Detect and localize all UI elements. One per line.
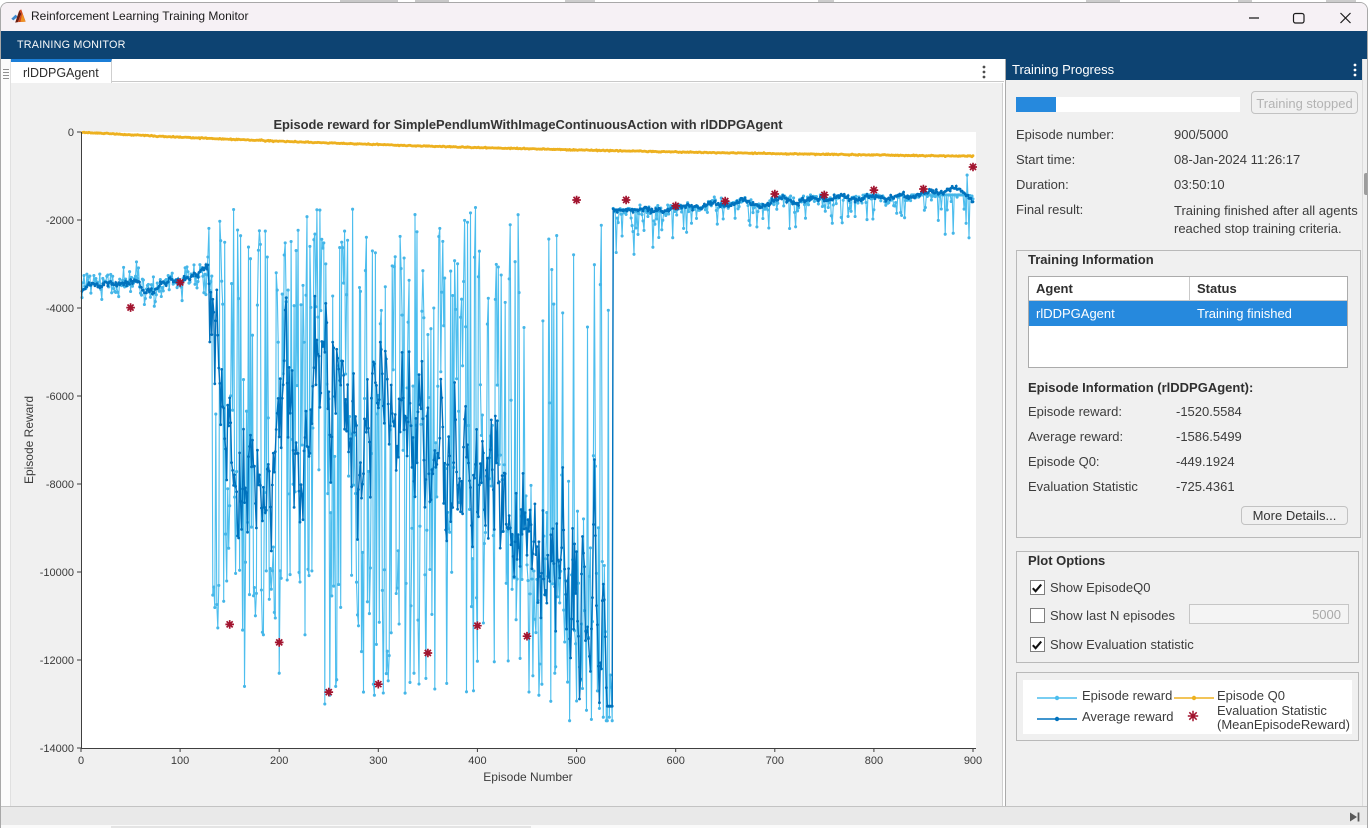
- svg-text:-10000: -10000: [40, 567, 74, 579]
- svg-text:500: 500: [567, 755, 585, 767]
- svg-text:Episode Reward: Episode Reward: [22, 396, 36, 484]
- svg-text:-14000: -14000: [40, 743, 74, 755]
- svg-text:-2000: -2000: [46, 215, 74, 227]
- svg-text:100: 100: [171, 755, 189, 767]
- svg-text:200: 200: [270, 755, 288, 767]
- svg-text:-6000: -6000: [46, 391, 74, 403]
- svg-text:700: 700: [766, 755, 784, 767]
- svg-text:0: 0: [78, 755, 84, 767]
- svg-text:900: 900: [964, 755, 982, 767]
- svg-text:0: 0: [68, 127, 74, 139]
- svg-text:400: 400: [468, 755, 486, 767]
- svg-text:800: 800: [865, 755, 883, 767]
- svg-text:300: 300: [369, 755, 387, 767]
- svg-text:-12000: -12000: [40, 655, 74, 667]
- svg-text:-4000: -4000: [46, 303, 74, 315]
- svg-text:Episode Number: Episode Number: [483, 770, 572, 784]
- svg-text:-8000: -8000: [46, 479, 74, 491]
- svg-text:Episode reward for SimplePendl: Episode reward for SimplePendlumWithImag…: [273, 117, 783, 132]
- svg-text:600: 600: [667, 755, 685, 767]
